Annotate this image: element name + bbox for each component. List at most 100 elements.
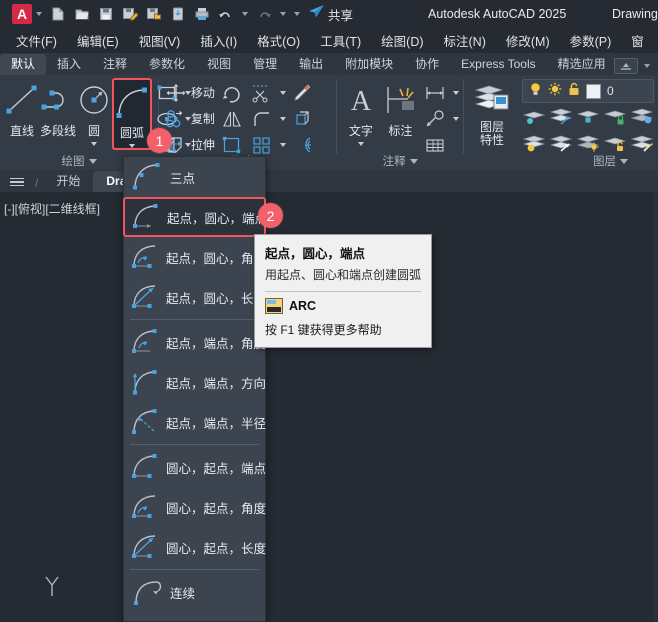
circle-dropdown-caret-icon[interactable] [91,142,97,146]
layer-isolate-icon[interactable] [576,106,600,131]
fillet-dropdown-caret-icon[interactable] [280,117,286,121]
share-button[interactable]: 共享 [308,4,353,24]
tab-output[interactable]: 输出 [288,54,334,75]
tab-featured-apps[interactable]: 精选应用 [547,54,617,75]
tab-manage[interactable]: 管理 [242,54,288,75]
arc-continue-icon [130,575,164,609]
tab-insert[interactable]: 插入 [46,54,92,75]
arc-dropdown-caret-icon[interactable] [129,144,135,148]
arc-menu-item-3point[interactable]: 三点 [124,157,265,197]
annotation-dimension-button[interactable]: 标注 [381,78,421,139]
menu-edit[interactable]: 编辑(E) [67,31,129,50]
menu-modify[interactable]: 修改(M) [496,31,560,50]
ribbon-options-caret-icon[interactable] [644,64,650,68]
leader-dropdown-caret-icon[interactable] [453,117,459,121]
arc-menu-item-start-end-angle[interactable]: 起点，端点，角度 [124,322,265,362]
file-tab-start[interactable]: 开始 [43,171,93,192]
draw-polyline-button[interactable]: 多段线 [40,78,76,139]
modify-fillet-button[interactable] [249,106,286,131]
erase-icon [290,83,316,103]
arc-menu-label-center-start-end: 圆心，起点，端点 [166,458,266,477]
arc-menu-item-continue[interactable]: 连续 [124,572,265,612]
new-file-icon[interactable] [47,3,69,25]
layer-properties-button[interactable]: 图层特性 [468,77,516,147]
panel-layers-expand-caret-icon[interactable] [620,159,628,164]
annotation-linear-dim-button[interactable] [422,80,459,105]
arc-menu-item-center-start-angle[interactable]: 圆心，起点，角度 [124,487,265,527]
linear-dim-dropdown-caret-icon[interactable] [453,91,459,95]
arc-menu-item-center-start-length[interactable]: 圆心，起点，长度 [124,527,265,567]
tab-addins[interactable]: 附加模块 [334,54,404,75]
undo-icon[interactable] [215,3,237,25]
trim-dropdown-caret-icon[interactable] [280,91,286,95]
tab-home[interactable]: 默认 [0,54,46,75]
layer-freeze-icon[interactable] [630,106,654,131]
text-dropdown-caret-icon[interactable] [358,142,364,146]
trim-icon [249,83,275,103]
menu-view[interactable]: 视图(V) [129,31,191,50]
draw-circle-button[interactable]: 圆 [76,78,112,146]
polyline-icon [40,80,76,120]
customize-qat-icon[interactable] [294,12,300,16]
menu-file[interactable]: 文件(F) [6,31,67,50]
modify-move-button[interactable]: 移动 [163,80,215,105]
draw-line-button[interactable]: 直线 [4,78,40,139]
unlock-icon[interactable] [568,82,580,101]
layer-match-icon[interactable] [549,106,573,131]
ribbon-display-options-icon[interactable] [614,58,638,74]
print-icon[interactable] [191,3,213,25]
annotation-text-button[interactable]: A 文字 [341,78,381,146]
menu-format[interactable]: 格式(O) [247,31,310,50]
layer-status-bar[interactable]: 0 [522,79,654,103]
application-menu-button[interactable]: A [12,4,32,24]
save-icon[interactable] [95,3,117,25]
arc-menu-item-start-center-length[interactable]: 起点，圆心，长度 [124,277,265,317]
tab-express-tools[interactable]: Express Tools [450,54,546,75]
right-scroll-rail[interactable] [653,192,658,622]
annotation-leader-button[interactable] [422,106,459,131]
tab-parametric[interactable]: 参数化 [138,54,196,75]
tab-collaborate[interactable]: 协作 [404,54,450,75]
modify-explode-button[interactable] [290,106,316,131]
arc-menu-item-start-end-radius[interactable]: 起点，端点，半径 [124,402,265,442]
panel-annotation-title-row[interactable]: 注释 [337,153,463,169]
redo-dropdown-caret[interactable] [280,12,286,16]
arc-menu-item-start-center-end[interactable]: 起点，圆心，端点 [123,197,266,237]
layer-lock-icon[interactable] [603,106,627,131]
lightbulb-on-icon[interactable] [529,82,542,101]
qat-dropdown-caret[interactable] [36,12,42,16]
viewport-label[interactable]: [-][俯视][二维线框] [4,200,100,217]
arc-menu-item-start-center-angle[interactable]: 起点，圆心，角度 [124,237,265,277]
tab-view[interactable]: 视图 [196,54,242,75]
layer-make-current-icon[interactable] [522,106,546,131]
etransmit-icon[interactable] [167,3,189,25]
sun-icon[interactable] [548,82,562,101]
menu-tools[interactable]: 工具(T) [310,31,371,50]
menu-parametric[interactable]: 参数(P) [560,31,622,50]
hamburger-icon[interactable] [4,172,30,192]
undo-dropdown-caret[interactable] [242,12,248,16]
panel-layers-title-row[interactable]: 图层 [464,153,658,169]
modify-erase-button[interactable] [290,80,316,105]
array-dropdown-caret-icon[interactable] [280,143,286,147]
layer-color-swatch[interactable] [586,84,601,99]
menu-insert[interactable]: 插入(I) [190,31,247,50]
save-as-icon[interactable] [119,3,141,25]
arc-menu-item-center-start-end[interactable]: 圆心，起点，端点 [124,447,265,487]
redo-icon[interactable] [253,3,275,25]
arc-menu-item-start-end-direction[interactable]: 起点，端点，方向 [124,362,265,402]
modify-copy-button[interactable]: 复制 [163,106,215,131]
menu-dimension[interactable]: 标注(N) [434,31,496,50]
modify-mirror-button[interactable] [219,106,245,131]
panel-draw-expand-caret-icon[interactable] [89,159,97,164]
modify-trim-button[interactable] [249,80,286,105]
tab-annotate[interactable]: 注释 [92,54,138,75]
modify-rotate-button[interactable] [219,80,245,105]
arc-menu-label-start-end-radius: 起点，端点，半径 [166,413,266,432]
open-folder-icon[interactable] [71,3,93,25]
menu-draw[interactable]: 绘图(D) [371,31,433,50]
panel-annotation-expand-caret-icon[interactable] [410,159,418,164]
arc-menu-label-start-center-end: 起点，圆心，端点 [167,208,267,227]
save-to-web-icon[interactable] [143,3,165,25]
menu-window[interactable]: 窗 [621,31,654,50]
